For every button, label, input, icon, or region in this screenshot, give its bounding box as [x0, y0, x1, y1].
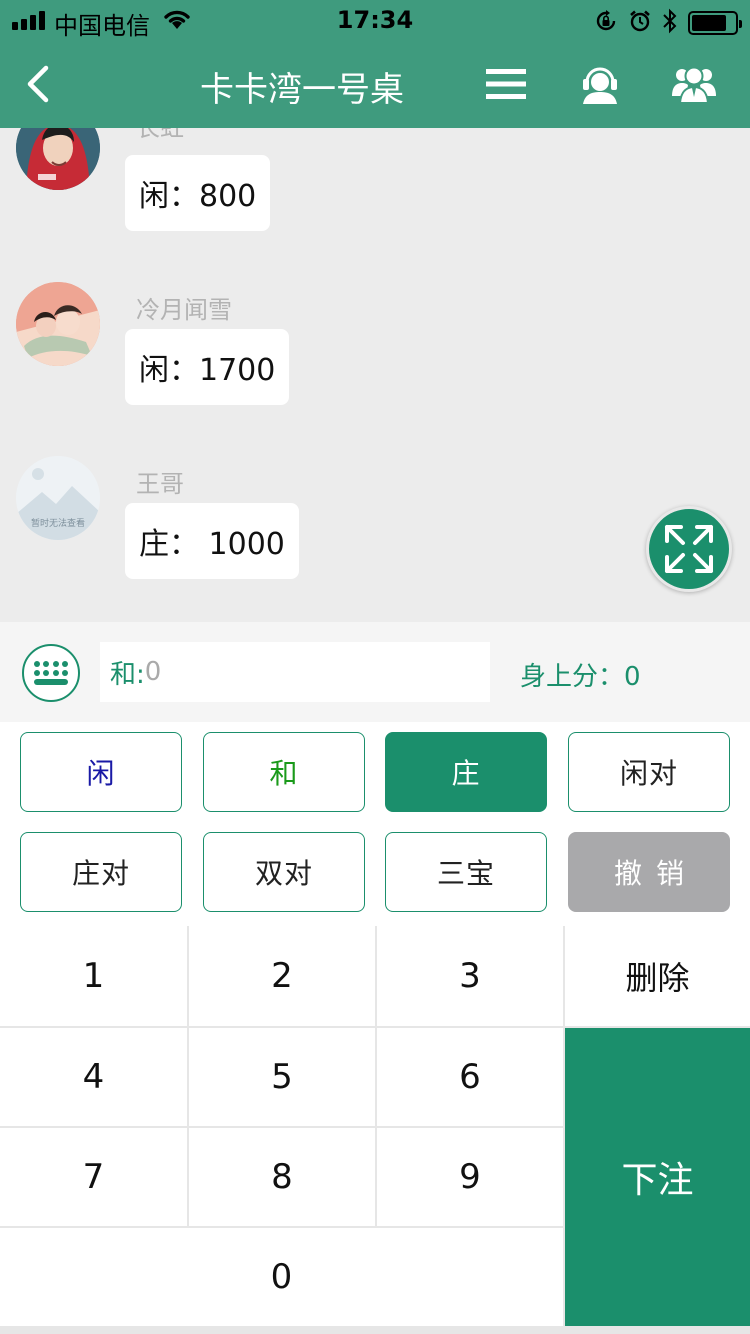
- key-0[interactable]: 0: [0, 1228, 563, 1326]
- avatar-caption: 暂时无法查看: [30, 519, 85, 529]
- alarm-icon: [628, 9, 652, 37]
- header: 中国电信 17:34 卡卡湾一号桌: [0, 0, 750, 128]
- key-7[interactable]: 7: [0, 1128, 187, 1226]
- bet-amount-input[interactable]: 和: 0: [100, 642, 490, 702]
- bet-option-triple[interactable]: 三宝: [385, 832, 547, 912]
- key-2[interactable]: 2: [189, 926, 375, 1026]
- user-avatar-image: [16, 282, 100, 366]
- bluetooth-icon: [662, 8, 678, 38]
- bet-option-tie[interactable]: 和: [203, 732, 365, 812]
- message-item: 长虹 闲：800: [0, 106, 750, 268]
- battery-level: [692, 15, 726, 31]
- key-1[interactable]: 1: [0, 926, 187, 1026]
- message-bubble: 闲：800: [125, 155, 271, 231]
- avatar[interactable]: 暂时无法查看: [16, 456, 100, 540]
- place-bet-button[interactable]: 下注: [565, 1028, 750, 1326]
- customer-service-icon: [583, 67, 617, 104]
- chevron-left-icon: [27, 65, 49, 103]
- bet-option-player[interactable]: 闲: [20, 732, 182, 812]
- bet-amount-placeholder: 0: [144, 657, 162, 687]
- key-4[interactable]: 4: [0, 1028, 187, 1126]
- key-5[interactable]: 5: [189, 1028, 375, 1126]
- group-button[interactable]: [670, 62, 718, 106]
- bet-options: 闲 和 庄 闲对 庄对 双对 三宝 撤销: [0, 722, 750, 926]
- key-3[interactable]: 3: [377, 926, 563, 1026]
- expand-button[interactable]: [646, 506, 732, 592]
- message-bubble: 闲：1700: [125, 329, 290, 405]
- numeric-keypad: 1 2 3 删除 4 5 6 7 8 9 0 下注: [0, 926, 750, 1334]
- battery-icon: [688, 11, 742, 35]
- message-item: 暂时无法查看 王哥 庄： 1000: [0, 456, 750, 616]
- bet-input-row: 和: 0 身上分：0: [0, 622, 750, 722]
- bet-option-banker[interactable]: 庄: [385, 732, 547, 812]
- menu-icon: [486, 69, 526, 99]
- undo-button[interactable]: 撤销: [568, 832, 730, 912]
- customer-service-button[interactable]: [576, 62, 624, 106]
- delete-button[interactable]: 删除: [565, 926, 750, 1026]
- bet-option-double-pair[interactable]: 双对: [203, 832, 365, 912]
- message-item: 冷月闻雪 闲：1700: [0, 282, 750, 442]
- bet-option-banker-pair[interactable]: 庄对: [20, 832, 182, 912]
- chat-list[interactable]: 长虹 闲：800 冷月闻雪 闲：1700 暂时无法查看 王哥 庄： 1000: [0, 106, 750, 622]
- message-bubble: 庄： 1000: [125, 503, 299, 579]
- key-6[interactable]: 6: [377, 1028, 563, 1126]
- keyboard-icon: [34, 661, 68, 685]
- keyboard-toggle-button[interactable]: [22, 644, 80, 702]
- rotation-lock-icon: [594, 9, 618, 37]
- page-title: 卡卡湾一号桌: [200, 70, 404, 110]
- status-bar: 中国电信 17:34: [0, 0, 750, 40]
- balance-label: 身上分：0: [520, 662, 641, 692]
- sender-name: 王哥: [136, 470, 184, 498]
- group-icon: [672, 66, 716, 104]
- expand-icon: [665, 525, 713, 573]
- avatar[interactable]: [16, 282, 100, 366]
- bet-type-prefix: 和:: [110, 659, 145, 690]
- key-8[interactable]: 8: [189, 1128, 375, 1226]
- sender-name: 冷月闻雪: [136, 296, 232, 324]
- app-root: 中国电信 17:34 卡卡湾一号桌 长虹 闲：800 冷月闻雪 闲：1700 暂…: [0, 0, 750, 1334]
- back-button[interactable]: [24, 60, 64, 108]
- status-right: [594, 8, 742, 38]
- menu-button[interactable]: [482, 62, 530, 106]
- key-9[interactable]: 9: [377, 1128, 563, 1226]
- bet-option-player-pair[interactable]: 闲对: [568, 732, 730, 812]
